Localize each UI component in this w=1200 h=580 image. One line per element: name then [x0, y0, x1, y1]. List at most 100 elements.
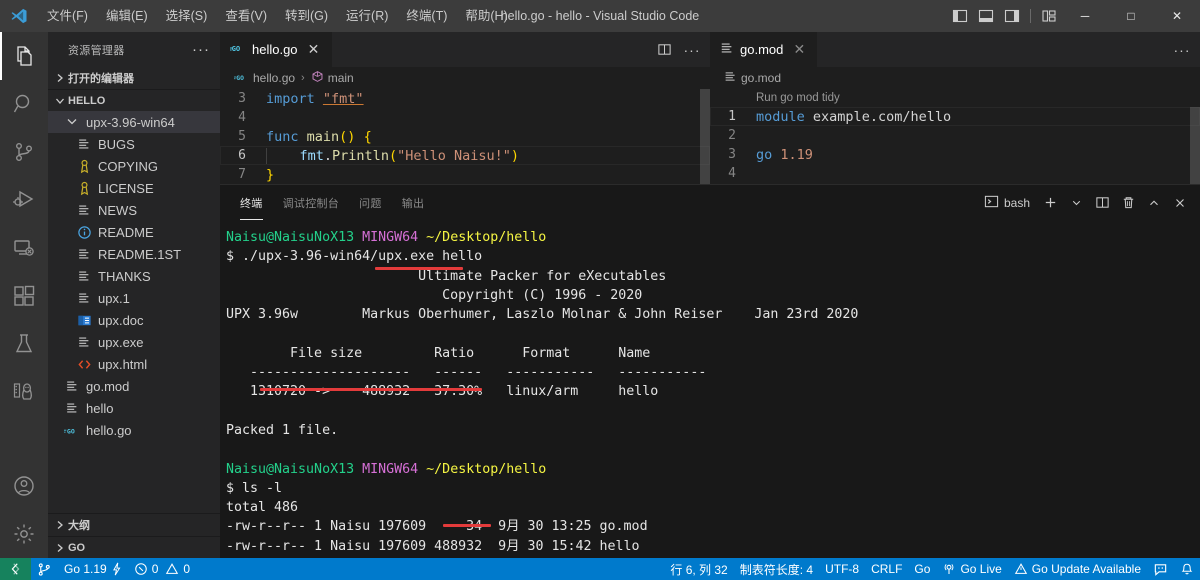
breadcrumb-symbol[interactable]: main: [328, 71, 354, 85]
toggle-panel-icon[interactable]: [973, 0, 999, 32]
tree-item-upx-3-96-win64[interactable]: upx-3.96-win64: [48, 111, 220, 133]
tree-item-news[interactable]: NEWS: [48, 199, 220, 221]
sidebar-more-actions-icon[interactable]: ···: [186, 41, 216, 58]
minimize-button[interactable]: ─: [1062, 0, 1108, 32]
menu-help[interactable]: 帮助(H): [456, 0, 516, 32]
toggle-primary-sidebar-icon[interactable]: [947, 0, 973, 32]
codelens-run-go-mod-tidy[interactable]: Run go mod tidy: [756, 92, 840, 104]
status-cursor-position[interactable]: 行 6, 列 32: [664, 558, 733, 580]
tree-item-hello-go[interactable]: GO hello.go: [48, 419, 220, 441]
activity-explorer-icon[interactable]: [0, 32, 48, 80]
activity-testing-beaker-icon[interactable]: [0, 320, 48, 368]
status-go-live[interactable]: Go Live: [936, 558, 1007, 580]
tab-close-icon[interactable]: ✕: [306, 41, 322, 58]
editor-right-scrollbar[interactable]: [1190, 107, 1200, 184]
tab-go-mod[interactable]: go.mod ✕: [710, 32, 819, 67]
menu-go[interactable]: 转到(G): [276, 0, 337, 32]
activity-settings-gear-icon[interactable]: [0, 510, 48, 558]
customize-layout-icon[interactable]: [1036, 0, 1062, 32]
status-feedback[interactable]: [1147, 558, 1174, 580]
maximize-button[interactable]: □: [1108, 0, 1154, 32]
menu-file[interactable]: 文件(F): [38, 0, 97, 32]
activity-extensions-icon[interactable]: [0, 272, 48, 320]
status-remote[interactable]: [0, 558, 31, 580]
feedback-smiley-icon: [1154, 563, 1167, 576]
breadcrumb-file[interactable]: go.mod: [741, 71, 781, 85]
tree-item-upx-1[interactable]: upx.1: [48, 287, 220, 309]
panel-tabs[interactable]: 终端 调试控制台 问题 输出: [240, 185, 444, 220]
terminal-shell-selector[interactable]: bash: [978, 194, 1036, 212]
menu-selection[interactable]: 选择(S): [157, 0, 217, 32]
menu-edit[interactable]: 编辑(E): [97, 0, 157, 32]
annotation-upx-exe-underline: [375, 267, 463, 270]
terminal-line: 1310720 -> 488932 37.30% linux/arm hello: [226, 384, 659, 400]
split-editor-icon[interactable]: [654, 36, 674, 64]
tree-item-bugs[interactable]: BUGS: [48, 133, 220, 155]
status-indentation[interactable]: 制表符长度: 4: [734, 558, 819, 580]
status-eol[interactable]: CRLF: [865, 558, 908, 580]
toggle-secondary-sidebar-icon[interactable]: [999, 0, 1025, 32]
tree-item-readme-1st[interactable]: README.1ST: [48, 243, 220, 265]
breadcrumb-file[interactable]: hello.go: [253, 71, 295, 85]
activity-run-debug-icon[interactable]: [0, 176, 48, 224]
tab-hello-go[interactable]: GO hello.go ✕: [220, 32, 333, 67]
tab-close-icon[interactable]: ✕: [791, 41, 807, 58]
code-editor-go-mod[interactable]: 1 module example.com/hello 2 3 go 1.19 4: [710, 107, 1200, 183]
editor-group-left: GO hello.go ✕ ··· GO hello.go › main 3 i…: [220, 32, 710, 184]
terminal-line: -------------------- ------ ----------- …: [226, 365, 707, 381]
tree-item-hello[interactable]: hello: [48, 397, 220, 419]
tree-item-upx-html[interactable]: upx.html: [48, 353, 220, 375]
tree-item-copying[interactable]: COPYING: [48, 155, 220, 177]
tab-label: hello.go: [252, 42, 298, 57]
close-button[interactable]: ✕: [1154, 0, 1200, 32]
panel-tab-terminal[interactable]: 终端: [240, 185, 263, 220]
sidebar-section-go[interactable]: GO: [48, 536, 220, 558]
activity-wsl-penguin-icon[interactable]: [0, 368, 48, 416]
panel-tab-output[interactable]: 输出: [402, 185, 425, 220]
editor-more-actions-icon[interactable]: ···: [682, 36, 702, 64]
sidebar-section-outline[interactable]: 大纲: [48, 514, 220, 536]
editor-more-actions-icon[interactable]: ···: [1172, 36, 1192, 64]
panel-tab-debug-console[interactable]: 调试控制台: [283, 185, 340, 220]
activity-account-icon[interactable]: [0, 462, 48, 510]
tree-item-readme[interactable]: README: [48, 221, 220, 243]
breadcrumb-left[interactable]: GO hello.go › main: [220, 67, 710, 89]
editor-left-scrollbar[interactable]: [700, 89, 710, 184]
menu-run[interactable]: 运行(R): [337, 0, 397, 32]
menu-bar[interactable]: 文件(F) 编辑(E) 选择(S) 查看(V) 转到(G) 运行(R) 终端(T) 帮助(H): [38, 0, 517, 32]
tree-item-license[interactable]: LICENSE: [48, 177, 220, 199]
chevron-up-icon[interactable]: [1142, 191, 1166, 215]
tree-item-upx-exe[interactable]: upx.exe: [48, 331, 220, 353]
activity-search-icon[interactable]: [0, 80, 48, 128]
file-tree[interactable]: upx-3.96-win64 BUGS COPYING LICENSE NEWS READ…: [48, 111, 220, 513]
status-go-update[interactable]: Go Update Available: [1008, 558, 1147, 580]
sidebar-section-workspace[interactable]: HELLO: [48, 89, 220, 111]
status-encoding[interactable]: UTF-8: [819, 558, 865, 580]
panel-tab-problems[interactable]: 问题: [359, 185, 382, 220]
terminal-line: $ ./upx-3.96-win64/upx.exe hello: [226, 249, 483, 265]
tree-item-go-mod[interactable]: go.mod: [48, 375, 220, 397]
new-terminal-plus-icon[interactable]: [1038, 191, 1062, 215]
tree-item-upx-doc[interactable]: upx.doc: [48, 309, 220, 331]
editor-tabs-right: go.mod ✕ ···: [710, 32, 1200, 67]
close-icon[interactable]: [1168, 191, 1192, 215]
chevron-down-icon[interactable]: [1064, 191, 1088, 215]
menu-view[interactable]: 查看(V): [216, 0, 276, 32]
split-terminal-icon[interactable]: [1090, 191, 1114, 215]
status-source-control[interactable]: [31, 558, 58, 580]
activity-source-control-icon[interactable]: [0, 128, 48, 176]
tree-item-thanks[interactable]: THANKS: [48, 265, 220, 287]
status-go-version[interactable]: Go 1.19: [58, 558, 128, 580]
menu-terminal[interactable]: 终端(T): [397, 0, 456, 32]
status-language-mode[interactable]: Go: [908, 558, 936, 580]
status-notifications[interactable]: [1174, 558, 1200, 580]
trash-icon[interactable]: [1116, 191, 1140, 215]
code-editor-hello-go[interactable]: 3 import "fmt" 4 5 func main() {6 fmt.Printl…: [220, 89, 710, 184]
activity-remote-explorer-icon[interactable]: [0, 224, 48, 272]
status-problems[interactable]: 0 0: [128, 558, 196, 580]
sidebar-section-open-editors[interactable]: 打开的编辑器: [48, 67, 220, 89]
tree-item-label: upx.doc: [98, 312, 144, 328]
breadcrumb-right[interactable]: go.mod: [710, 67, 1200, 89]
chevron-right-icon: [52, 543, 68, 553]
